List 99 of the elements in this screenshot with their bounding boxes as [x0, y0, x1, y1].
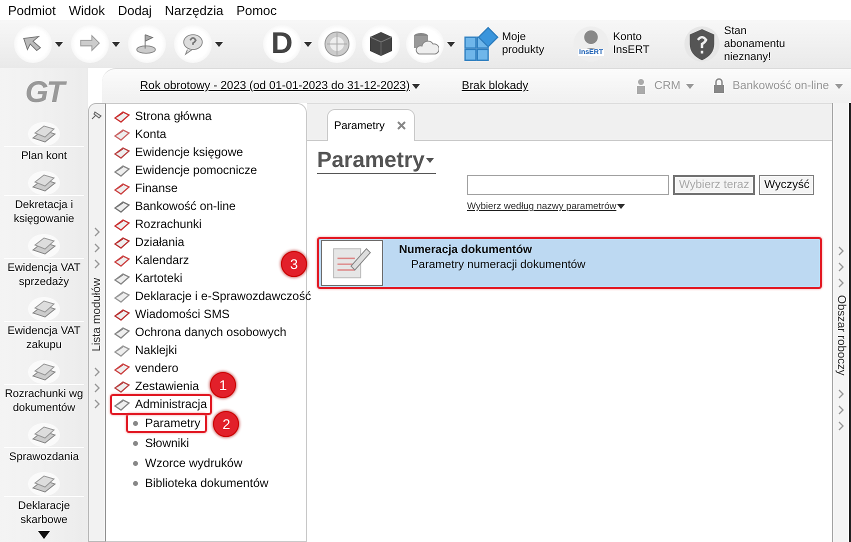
shortcut-button[interactable]: Sprawozdania — [2, 419, 86, 464]
dropdown-caret-icon[interactable] — [215, 42, 223, 46]
module-item[interactable]: vendero — [135, 361, 178, 375]
module-icon — [114, 162, 130, 178]
action-button[interactable]: Wyczyść — [759, 175, 814, 195]
panel-title: Lista modułów — [91, 278, 103, 352]
menu-item[interactable]: Narzędzia — [164, 2, 224, 18]
shortcut-button[interactable]: Ewidencja VAT zakupu — [2, 293, 86, 352]
submodule-item[interactable]: Biblioteka dokumentów — [145, 476, 268, 490]
dropdown-caret-icon[interactable] — [447, 42, 455, 46]
chevron-icon[interactable] — [93, 258, 101, 270]
module-icon — [114, 396, 130, 412]
caret-icon — [426, 158, 434, 162]
module-item[interactable]: Rozrachunki — [135, 217, 202, 231]
submodule-item[interactable]: Wzorce wydruków — [145, 456, 242, 470]
chevron-icon[interactable] — [93, 226, 101, 238]
module-icon — [114, 198, 130, 214]
lock-icon — [712, 78, 726, 94]
chevron-icon[interactable] — [93, 242, 101, 254]
module-item[interactable]: Finanse — [135, 181, 178, 195]
module-icon — [114, 270, 130, 286]
chevron-icon[interactable] — [93, 398, 101, 410]
toolbar-link[interactable]: Konto InsERT — [613, 31, 677, 57]
chevron-icon[interactable] — [93, 366, 101, 378]
module-icon — [114, 360, 130, 376]
result-title: Numeracja dokumentów — [399, 244, 533, 256]
toolbar-link[interactable]: Moje produkty — [502, 31, 566, 57]
module-icon — [114, 144, 130, 160]
dropdown-caret-icon[interactable] — [412, 84, 420, 88]
shortcut-button[interactable]: Rozrachunki wg dokumentów — [2, 356, 86, 415]
bullet-icon — [133, 480, 138, 486]
module-item[interactable]: Deklaracje i e-Sprawozdawczość — [135, 289, 312, 303]
module-icon — [114, 234, 130, 250]
module-icon — [114, 378, 130, 394]
caret-icon — [617, 204, 626, 209]
module-item[interactable]: Konta — [135, 127, 166, 141]
filter-link[interactable]: Wybierz według nazwy parametrów — [467, 201, 626, 212]
shield-icon[interactable] — [683, 25, 721, 63]
module-item[interactable]: Bankowość on-line — [135, 199, 236, 213]
caret-icon — [686, 84, 694, 88]
submodule-item[interactable]: Słowniki — [145, 436, 190, 450]
module-icon — [114, 324, 130, 340]
chevron-icon[interactable] — [837, 388, 845, 400]
bullet-icon — [133, 440, 138, 446]
lock-status-link[interactable]: Brak blokady — [462, 80, 528, 92]
module-item[interactable]: Ewidencje pomocnicze — [135, 163, 258, 177]
module-icon — [114, 306, 130, 322]
shortcut-button[interactable]: Plan kont — [2, 118, 86, 163]
caret-icon — [835, 84, 843, 88]
module-item[interactable]: Działania — [135, 235, 184, 249]
chevron-icon[interactable] — [93, 382, 101, 394]
module-item[interactable]: Ochrona danych osobowych — [135, 325, 286, 339]
menu-item[interactable]: Widok — [68, 2, 105, 18]
module-item[interactable]: Naklejki — [135, 343, 178, 357]
module-item[interactable]: Ewidencje księgowe — [135, 145, 244, 159]
module-item[interactable]: Wiadomości SMS — [135, 307, 230, 321]
toolbar-link[interactable]: Stan abonamentu nieznany! — [724, 24, 810, 64]
module-icon — [114, 108, 130, 124]
module-icon — [114, 126, 130, 142]
tab[interactable]: Parametry — [327, 109, 415, 141]
chevron-icon[interactable] — [837, 404, 845, 416]
chevron-icon[interactable] — [837, 245, 845, 257]
chevron-icon[interactable] — [837, 420, 845, 432]
panel-title: Obszar roboczy — [835, 295, 847, 376]
toolbar-button[interactable] — [362, 25, 400, 63]
fiscal-year-link[interactable]: Rok obrotowy - 2023 (od 01-01-2023 do 31-12-2023) — [140, 80, 420, 92]
toolbar-button[interactable] — [14, 25, 63, 63]
dropdown-caret-icon[interactable] — [55, 42, 63, 46]
chevron-icon[interactable] — [837, 261, 845, 273]
dropdown-caret-icon[interactable] — [304, 42, 312, 46]
module-icon — [114, 288, 130, 304]
search-field[interactable] — [467, 175, 669, 195]
module-item[interactable]: Zestawienia — [135, 379, 200, 393]
module-item[interactable]: Strona główna — [135, 109, 212, 123]
module-icon — [114, 180, 130, 196]
pin-icon[interactable] — [91, 110, 103, 120]
module-icon — [114, 252, 130, 268]
shortcut-button[interactable]: Deklaracje skarbowe — [2, 468, 86, 527]
result-description: Parametry numeracji dokumentów — [410, 258, 586, 270]
menu-item[interactable]: Pomoc — [236, 2, 277, 18]
page-title-dropdown[interactable]: Parametry — [317, 147, 436, 174]
result-item[interactable]: Numeracja dokumentów Parametry numeracji dokumentów — [317, 237, 822, 289]
chevron-icon[interactable] — [837, 277, 845, 289]
close-icon[interactable] — [396, 121, 406, 130]
module-icon — [114, 342, 130, 358]
module-item[interactable]: Kartoteki — [135, 271, 182, 285]
cube-icon — [367, 30, 395, 58]
dropdown-caret-icon[interactable] — [112, 42, 120, 46]
shortcut-button[interactable]: Dekretacja i księgowanie — [2, 167, 86, 226]
menu-item[interactable]: Dodaj — [118, 2, 152, 18]
module-item[interactable]: Kalendarz — [135, 253, 190, 267]
bullet-icon — [133, 420, 138, 426]
shortcut-button[interactable]: Ewidencja VAT sprzedaży — [2, 230, 86, 289]
globe-icon — [323, 30, 351, 58]
module-icon — [114, 216, 130, 232]
bullet-icon — [133, 460, 138, 466]
down-arrow-icon[interactable] — [38, 531, 50, 539]
module-item[interactable]: Administracja — [135, 397, 208, 411]
menu-item[interactable]: Podmiot — [8, 2, 56, 18]
